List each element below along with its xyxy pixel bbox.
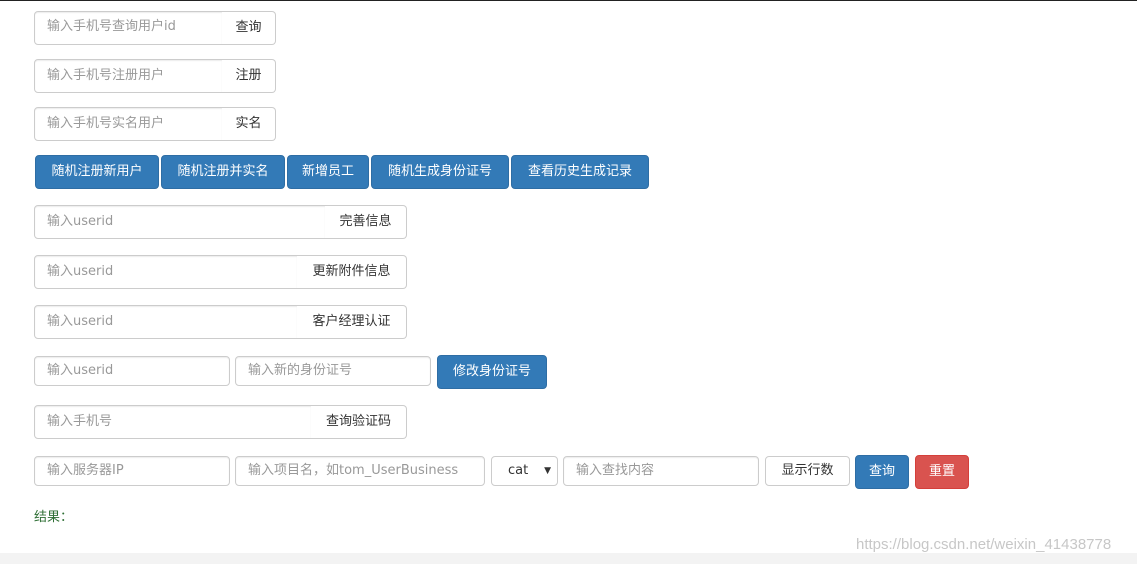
new-id-number-input[interactable]: 输入新的身份证号 (235, 356, 431, 386)
register-button[interactable]: 注册 (222, 59, 276, 93)
verify-code-phone-input[interactable]: 输入手机号 (34, 405, 312, 439)
reset-button[interactable]: 重置 (915, 455, 969, 489)
rows-count-button[interactable]: 显示行数 (765, 456, 850, 486)
watermark: https://blog.csdn.net/weixin_41438778 (856, 536, 1112, 553)
search-content-input[interactable]: 输入查找内容 (563, 456, 759, 486)
modify-id-button[interactable]: 修改身份证号 (437, 355, 547, 389)
result-label: 结果： (34, 510, 74, 525)
register-phone-input[interactable]: 输入手机号注册用户 (34, 59, 223, 93)
random-register-realname-button[interactable]: 随机注册并实名 (161, 155, 285, 189)
query-phone-input[interactable]: 输入手机号查询用户id (34, 11, 223, 45)
server-ip-input[interactable]: 输入服务器IP (34, 456, 230, 486)
log-query-button[interactable]: 查询 (855, 455, 909, 489)
modify-id-userid-input[interactable]: 输入userid (34, 356, 230, 386)
dropdown-caret-icon: ▼ (544, 466, 551, 476)
random-register-button[interactable]: 随机注册新用户 (35, 155, 159, 189)
log-type-select[interactable]: cat ▼ (491, 456, 558, 486)
project-name-input[interactable]: 输入项目名，如tom_UserBusiness (235, 456, 485, 486)
complete-info-userid-input[interactable]: 输入userid (34, 205, 326, 239)
log-type-select-value: cat (508, 463, 529, 478)
update-attachment-button[interactable]: 更新附件信息 (297, 255, 407, 289)
history-records-button[interactable]: 查看历史生成记录 (511, 155, 649, 189)
generate-id-button[interactable]: 随机生成身份证号 (371, 155, 509, 189)
query-user-button[interactable]: 查询 (222, 11, 276, 45)
realname-phone-input[interactable]: 输入手机号实名用户 (34, 107, 223, 141)
add-employee-button[interactable]: 新增员工 (287, 155, 369, 189)
verify-code-button[interactable]: 查询验证码 (311, 405, 407, 439)
realname-button[interactable]: 实名 (222, 107, 276, 141)
complete-info-button[interactable]: 完善信息 (325, 205, 407, 239)
manager-cert-userid-input[interactable]: 输入userid (34, 305, 298, 339)
update-attachment-userid-input[interactable]: 输入userid (34, 255, 298, 289)
manager-cert-button[interactable]: 客户经理认证 (297, 305, 407, 339)
